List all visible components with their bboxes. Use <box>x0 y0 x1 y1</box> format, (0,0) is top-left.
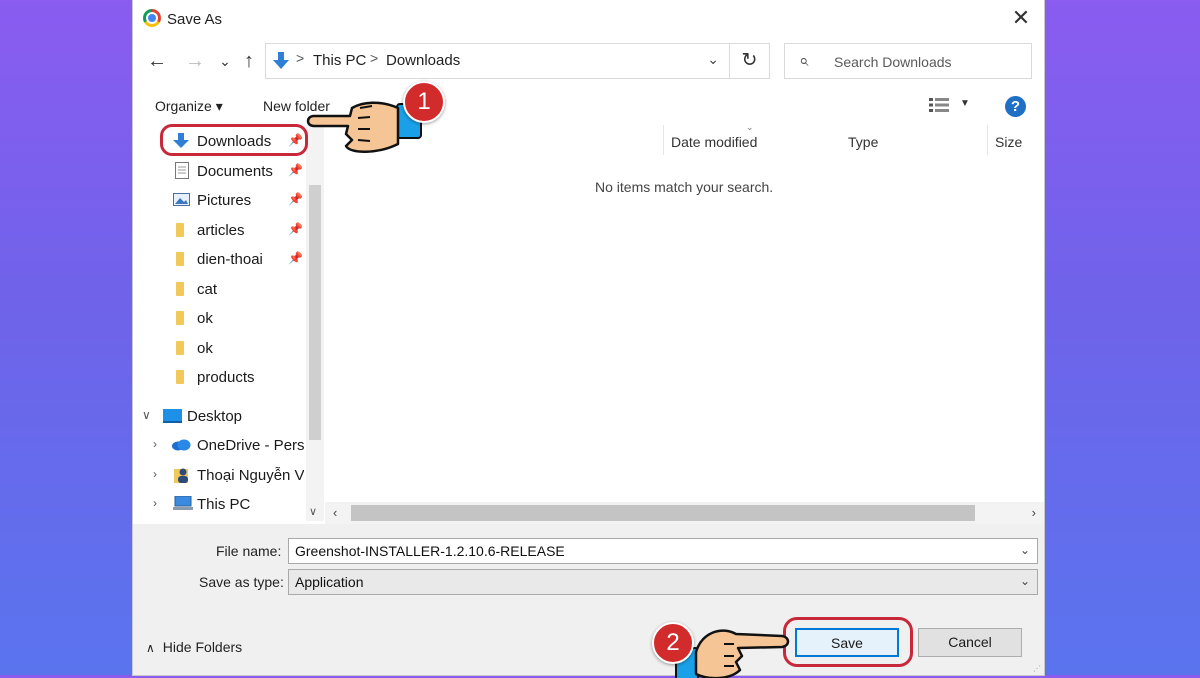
sidebar-item-label: Documents <box>197 163 273 180</box>
scroll-down-icon[interactable]: ∨ <box>309 505 317 518</box>
sidebar-item-this-pc[interactable]: › This PC <box>149 490 304 518</box>
sidebar-scrollbar-thumb[interactable] <box>309 185 321 440</box>
save-as-type-value: Application <box>295 574 364 590</box>
view-options-icon[interactable] <box>929 97 949 113</box>
folder-icon <box>176 282 184 296</box>
folder-icon <box>176 311 184 325</box>
help-icon[interactable]: ? <box>1005 96 1026 117</box>
pictures-icon <box>173 193 190 206</box>
sidebar-item-label: articles <box>197 222 245 239</box>
sort-indicator-icon: ⌄ <box>746 122 754 132</box>
sidebar-item-ok[interactable]: ok <box>173 334 313 362</box>
sidebar-item-label: Pictures <box>197 192 252 209</box>
sidebar-item-onedrive[interactable]: › OneDrive - Persc <box>149 431 304 459</box>
close-button[interactable]: ✕ <box>1008 5 1034 31</box>
sidebar-item-cat[interactable]: cat <box>173 275 313 303</box>
sidebar-item-label: cat <box>197 281 218 298</box>
sidebar-item-user[interactable]: › Thoại Nguyễn Vă <box>149 461 304 489</box>
search-input[interactable]: ⌕ Search Downloads <box>784 43 1032 79</box>
column-header-type[interactable]: Type <box>848 134 878 150</box>
address-separator: > <box>296 50 305 66</box>
folder-icon <box>176 370 184 384</box>
address-segment-downloads[interactable]: Downloads <box>386 52 460 69</box>
folder-icon <box>176 341 184 355</box>
navigation-pane: Downloads 📌 Documents 📌 Pictures 📌 artic… <box>133 125 324 521</box>
column-divider <box>987 125 988 155</box>
chevron-right-icon[interactable]: › <box>153 496 157 510</box>
sidebar-item-label: OneDrive - Persc <box>197 437 304 454</box>
save-as-dialog: Save As ✕ ← → ⌄ ↑ > This PC > Downloads … <box>133 0 1044 675</box>
address-separator: > <box>370 50 379 66</box>
chevron-down-icon[interactable]: ⌄ <box>1020 574 1030 588</box>
up-button[interactable]: ↑ <box>237 48 261 74</box>
step-badge-1: 1 <box>403 81 445 123</box>
organize-menu[interactable]: Organize ▾ <box>155 98 223 115</box>
chevron-down-icon[interactable]: ⌄ <box>1020 543 1030 557</box>
pin-icon: 📌 <box>288 251 303 265</box>
desktop-icon <box>163 409 182 423</box>
sidebar-item-documents[interactable]: Documents 📌 <box>173 157 313 185</box>
sidebar-scrollbar[interactable] <box>306 125 324 521</box>
onedrive-cloud-icon <box>172 439 191 451</box>
caret-down-icon[interactable]: ▼ <box>960 98 970 109</box>
hide-folders-button[interactable]: ∧ Hide Folders <box>146 639 242 655</box>
chevron-down-icon[interactable]: ∨ <box>142 408 151 422</box>
file-name-value: Greenshot-INSTALLER-1.2.10.6-RELEASE <box>295 543 565 559</box>
save-as-type-select[interactable]: Application ⌄ <box>288 569 1038 595</box>
sidebar-item-label: Desktop <box>187 408 243 425</box>
file-name-label: File name: <box>216 543 282 559</box>
sidebar-item-label: ok <box>197 340 213 357</box>
empty-state-message: No items match your search. <box>595 179 774 195</box>
chrome-icon <box>143 9 161 27</box>
sidebar-item-pictures[interactable]: Pictures 📌 <box>173 186 313 214</box>
column-header-date-modified[interactable]: Date modified <box>671 134 757 150</box>
sidebar-item-ok[interactable]: ok <box>173 304 313 332</box>
column-divider <box>663 125 664 155</box>
computer-icon <box>173 496 193 510</box>
dialog-title: Save As <box>167 11 223 28</box>
user-folder-icon <box>174 468 188 483</box>
scroll-left-icon[interactable]: ‹ <box>333 505 337 520</box>
forward-button[interactable]: → <box>183 48 207 74</box>
resize-grip-icon[interactable]: ⋰ <box>1033 664 1042 673</box>
save-as-type-label: Save as type: <box>199 574 284 590</box>
horizontal-scrollbar-thumb[interactable] <box>351 505 975 521</box>
sidebar-item-label: This PC <box>197 496 251 513</box>
sidebar-item-label: products <box>197 369 255 386</box>
file-name-field[interactable]: Greenshot-INSTALLER-1.2.10.6-RELEASE ⌄ <box>288 538 1038 564</box>
sidebar-item-label: Thoại Nguyễn Vă <box>197 467 304 484</box>
pin-icon: 📌 <box>288 192 303 206</box>
pin-icon: 📌 <box>288 222 303 236</box>
hide-folders-label: Hide Folders <box>162 639 243 655</box>
save-highlight-ring <box>783 617 913 667</box>
scroll-right-icon[interactable]: › <box>1032 505 1036 520</box>
cancel-button[interactable]: Cancel <box>918 628 1022 657</box>
recent-locations-button[interactable]: ⌄ <box>213 48 237 74</box>
sidebar-item-dien-thoai[interactable]: dien-thoai 📌 <box>173 245 313 273</box>
download-arrow-icon <box>273 52 289 69</box>
chevron-right-icon[interactable]: › <box>153 467 157 481</box>
back-button[interactable]: ← <box>145 48 169 74</box>
downloads-highlight-ring <box>160 124 308 156</box>
folder-icon <box>176 223 184 237</box>
folder-icon <box>176 252 184 266</box>
sidebar-item-articles[interactable]: articles 📌 <box>173 216 313 244</box>
search-placeholder: Search Downloads <box>834 54 952 70</box>
document-icon <box>175 162 189 179</box>
sidebar-item-label: dien-thoai <box>197 251 263 268</box>
search-icon: ⌕ <box>799 51 809 70</box>
horizontal-scrollbar[interactable]: ‹ › <box>325 502 1044 524</box>
refresh-button[interactable]: ↻ <box>730 43 770 79</box>
address-segment-this-pc[interactable]: This PC <box>313 52 366 69</box>
address-bar[interactable]: > This PC > Downloads ⌄ <box>265 43 730 79</box>
sidebar-item-products[interactable]: products <box>173 363 313 391</box>
chevron-right-icon[interactable]: › <box>153 437 157 451</box>
chevron-up-icon: ∧ <box>146 641 155 655</box>
pin-icon: 📌 <box>288 163 303 177</box>
step-badge-2: 2 <box>652 622 694 664</box>
sidebar-item-label: ok <box>197 310 213 327</box>
chevron-down-icon[interactable]: ⌄ <box>707 51 719 68</box>
sidebar-item-desktop[interactable]: ∨ Desktop <box>139 402 304 430</box>
column-header-size[interactable]: Size <box>995 134 1022 150</box>
